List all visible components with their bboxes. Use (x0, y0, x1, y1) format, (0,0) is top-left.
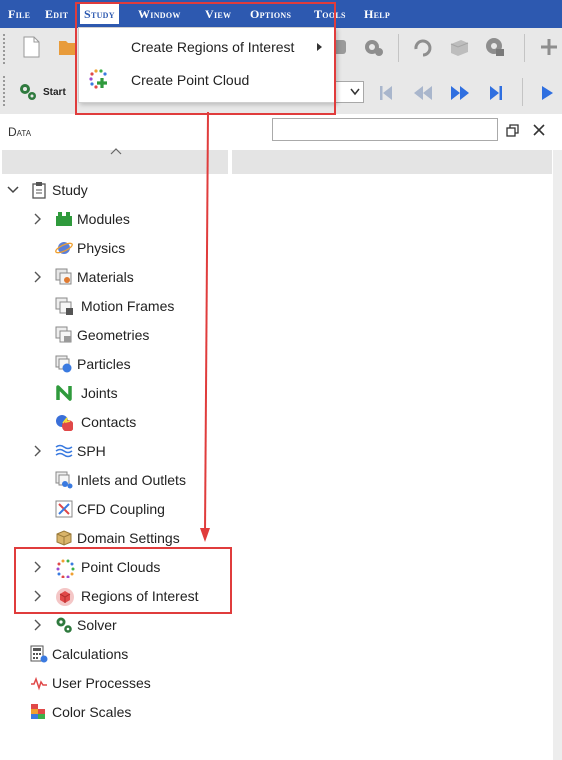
tree-item-particles[interactable]: Particles (0, 351, 540, 377)
toolbar-separator (522, 78, 523, 106)
settings-camera-icon[interactable] (362, 37, 384, 57)
tree-item-label: Particles (77, 356, 131, 372)
start-button[interactable]: Start (18, 82, 70, 104)
tree-item-label: CFD Coupling (77, 501, 165, 517)
tree-item-inlets-and-outlets[interactable]: Inlets and Outlets (0, 467, 540, 493)
tree-item-label: User Processes (52, 675, 151, 691)
tree-item-user-processes[interactable]: User Processes (0, 670, 540, 696)
chevron-right-icon[interactable] (34, 271, 42, 283)
toolbar-separator (524, 34, 525, 62)
add-icon[interactable] (540, 38, 558, 56)
sph-icon (55, 444, 73, 458)
toolbar-grip[interactable] (3, 34, 9, 64)
tree-item-modules[interactable]: Modules (0, 206, 540, 232)
study-clipboard-icon (32, 182, 46, 199)
cfd-icon (55, 500, 73, 518)
domain-icon (56, 530, 72, 546)
tree-item-label: Solver (77, 617, 117, 633)
color-scales-icon (31, 704, 45, 719)
play-icon[interactable] (540, 84, 554, 102)
highlight-study-menu (75, 2, 336, 115)
physics-icon (55, 242, 73, 254)
panel-title: Data (8, 125, 32, 139)
tree-item-solver[interactable]: Solver (0, 612, 540, 638)
highlight-tree-items (14, 547, 232, 614)
tree-item-label: Geometries (77, 327, 150, 343)
materials-icon (55, 268, 72, 285)
toolbar-grip[interactable] (3, 76, 9, 106)
menu-edit[interactable]: Edit (45, 7, 68, 22)
tree-item-joints[interactable]: Joints (0, 380, 540, 406)
value-column-header[interactable] (232, 150, 552, 174)
close-icon[interactable] (533, 124, 545, 136)
rotate-icon[interactable] (412, 37, 434, 57)
joints-icon (56, 385, 72, 401)
gear-lock-icon[interactable] (484, 36, 506, 58)
box-icon[interactable] (448, 37, 470, 57)
motion-frames-icon (55, 297, 73, 315)
step-back-icon[interactable] (413, 85, 433, 101)
tree-item-label: Physics (77, 240, 126, 256)
tree-item-study[interactable]: Study (0, 177, 540, 203)
geometries-icon (55, 326, 72, 343)
menu-help[interactable]: Help (364, 7, 390, 22)
chevron-down-icon (350, 88, 360, 96)
search-input[interactable] (272, 118, 498, 141)
chevron-right-icon[interactable] (34, 213, 42, 225)
toolbar-separator (398, 34, 399, 62)
tree-item-physics[interactable]: Physics (0, 235, 540, 261)
vertical-scrollbar[interactable] (553, 150, 562, 760)
tree-item-label: Modules (77, 211, 130, 227)
tree-item-label: Study (52, 182, 88, 198)
tree-item-label: Domain Settings (77, 530, 180, 546)
tree-item-label: SPH (77, 443, 106, 459)
data-panel-header: Data (0, 114, 562, 150)
skip-to-end-icon[interactable] (488, 84, 504, 102)
annotation-arrow (200, 111, 210, 542)
menu-file[interactable]: File (8, 7, 30, 22)
solver-icon (56, 617, 72, 633)
start-gear-icon (20, 84, 36, 100)
step-forward-icon[interactable] (450, 85, 470, 101)
contacts-icon (56, 415, 73, 431)
tree-item-cfd-coupling[interactable]: CFD Coupling (0, 496, 540, 522)
tree-item-motion-frames[interactable]: Motion Frames (0, 293, 540, 319)
tree-item-color-scales[interactable]: Color Scales (0, 699, 540, 725)
new-file-icon[interactable] (22, 36, 40, 58)
tree-item-geometries[interactable]: Geometries (0, 322, 540, 348)
chevron-right-icon[interactable] (34, 445, 42, 457)
tree-item-label: Color Scales (52, 704, 132, 720)
tree-item-sph[interactable]: SPH (0, 438, 540, 464)
tree-item-label: Joints (81, 385, 118, 401)
tree-item-label: Inlets and Outlets (77, 472, 186, 488)
tree-item-materials[interactable]: Materials (0, 264, 540, 290)
inlets-icon (55, 471, 73, 489)
chevron-right-icon[interactable] (34, 619, 42, 631)
tree-item-label: Motion Frames (81, 298, 175, 314)
start-label: Start (43, 87, 66, 98)
tree-item-contacts[interactable]: Contacts (0, 409, 540, 435)
user-process-icon (31, 676, 47, 691)
particles-icon (55, 355, 72, 373)
skip-to-start-icon[interactable] (378, 84, 394, 102)
calculator-icon (30, 645, 48, 663)
float-panel-icon[interactable] (506, 124, 519, 137)
tree-item-label: Contacts (81, 414, 137, 430)
tree-item-label: Materials (77, 269, 134, 285)
tree-column-header[interactable] (2, 148, 228, 174)
chevron-down-icon[interactable] (7, 185, 19, 195)
modules-icon (56, 212, 72, 226)
tree-item-label: Calculations (52, 646, 129, 662)
sort-up-icon (110, 148, 122, 155)
tree-item-calculations[interactable]: Calculations (0, 641, 540, 667)
